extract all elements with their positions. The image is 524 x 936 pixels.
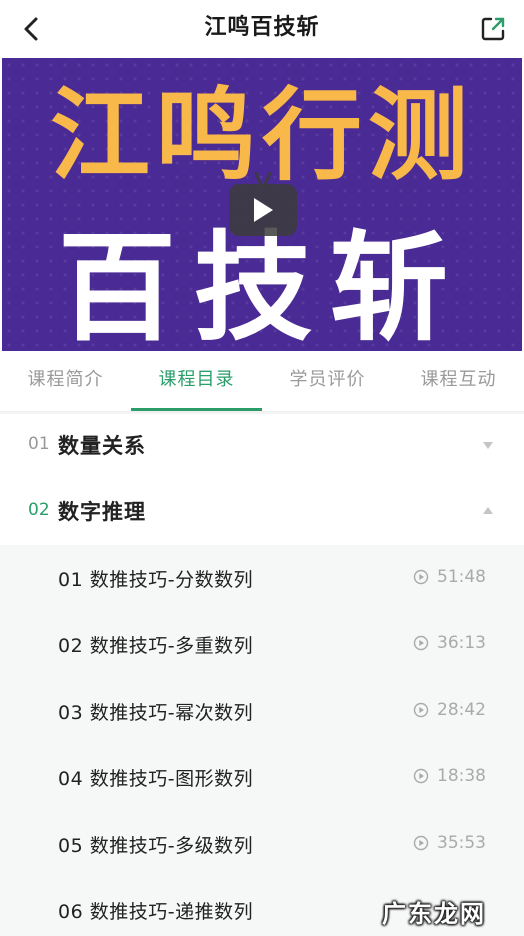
chapter-number: 01	[28, 434, 50, 454]
duration-text: 36:13	[437, 633, 486, 653]
caret-down-icon	[483, 442, 493, 449]
chapter-title: 数量关系	[58, 434, 146, 458]
course-tabs: 课程简介 课程目录 学员评价 课程互动	[0, 351, 524, 411]
caret-up-icon	[483, 507, 493, 514]
lesson-title: 01 数推技巧-分数数列	[58, 569, 254, 591]
lesson-item[interactable]: 05 数推技巧-多级数列 35:53	[0, 811, 524, 877]
share-external-icon	[481, 17, 505, 41]
share-button[interactable]	[476, 12, 510, 46]
top-bar: 江鸣百技斩	[0, 0, 524, 58]
lesson-item[interactable]: 03 数推技巧-幂次数列 28:42	[0, 678, 524, 744]
play-circle-icon	[413, 635, 429, 651]
tab-course-interaction[interactable]: 课程互动	[393, 351, 524, 411]
play-circle-icon	[413, 569, 429, 585]
lesson-duration: 51:48	[413, 567, 486, 587]
play-icon	[254, 198, 273, 222]
lesson-title: 03 数推技巧-幂次数列	[58, 702, 254, 724]
lesson-item[interactable]: 02 数推技巧-多重数列 36:13	[0, 611, 524, 677]
duration-text: 28:42	[437, 700, 486, 720]
duration-text: 35:53	[437, 833, 486, 853]
lesson-title: 05 数推技巧-多级数列	[58, 835, 254, 857]
play-circle-icon	[413, 835, 429, 851]
lesson-title: 04 数推技巧-图形数列	[58, 768, 254, 790]
lesson-item[interactable]: 04 数推技巧-图形数列 18:38	[0, 744, 524, 810]
duration-text: 18:38	[437, 766, 486, 786]
lesson-list: 01 数推技巧-分数数列 51:48 02 数推技巧-多重数列 36:13 03…	[0, 545, 524, 936]
course-video-banner[interactable]: 江鸣行测 百技斩	[2, 58, 522, 351]
lesson-item[interactable]: 01 数推技巧-分数数列 51:48	[0, 545, 524, 611]
duration-text: 51:48	[437, 567, 486, 587]
site-watermark: 广东龙网	[382, 900, 486, 928]
page-title: 江鸣百技斩	[204, 15, 320, 40]
chapter-number: 02	[28, 500, 50, 520]
tab-course-intro[interactable]: 课程简介	[0, 351, 131, 411]
lesson-duration: 18:38	[413, 766, 486, 786]
lesson-title: 02 数推技巧-多重数列	[58, 635, 254, 657]
lesson-duration: 35:53	[413, 833, 486, 853]
lesson-duration: 36:13	[413, 633, 486, 653]
tab-course-catalog[interactable]: 课程目录	[131, 351, 262, 411]
chapter-title: 数字推理	[58, 500, 146, 524]
banner-title-line2: 百技斩	[57, 219, 466, 351]
play-circle-icon	[413, 702, 429, 718]
lesson-duration: 28:42	[413, 700, 486, 720]
play-circle-icon	[413, 768, 429, 784]
chapter-row-number-reasoning[interactable]: 02 数字推理	[0, 480, 524, 544]
tab-student-reviews[interactable]: 学员评价	[262, 351, 393, 411]
lesson-title: 06 数推技巧-递推数列	[58, 901, 254, 923]
play-button[interactable]	[229, 184, 297, 236]
chapter-row-quantitative[interactable]: 01 数量关系	[0, 414, 524, 478]
